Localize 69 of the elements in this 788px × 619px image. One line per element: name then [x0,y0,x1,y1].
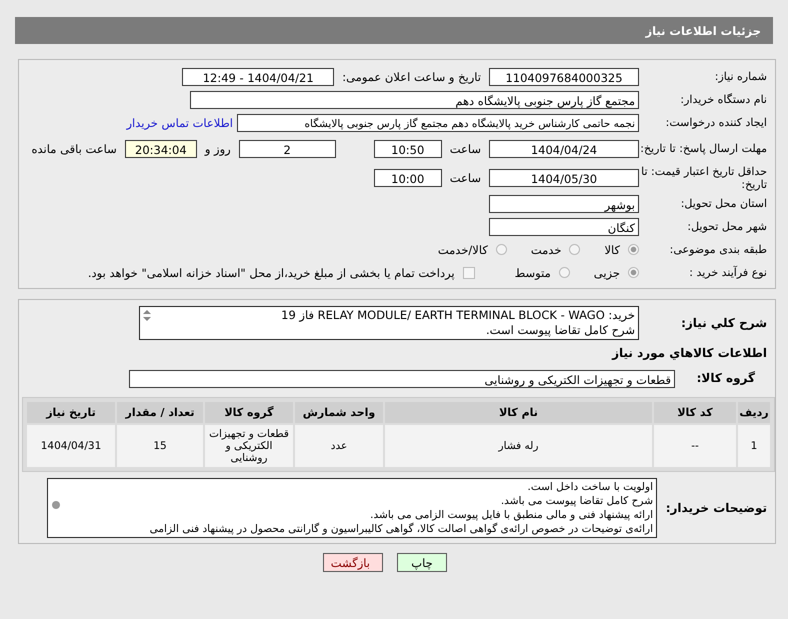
radio-button[interactable] [569,244,580,255]
field-label: ایجاد کننده درخواست: [664,116,768,129]
column-header: واحد شمارش [295,402,383,423]
text-line: ارائه پیشنهاد فنی و مالی منطبق با فایل پیوست الزامی می باشد. [369,508,653,522]
field-label: مهلت ارسال پاسخ: تا تاریخ: [639,142,768,155]
text-line: ارائه‌ی توضیحات در خصوص ارائه‌ی گواهی اصالت کالا، گواهی کالیبراسیون و گارانتی محصول در پیشنهاد فنی الزامی [148,522,653,536]
field-label: نوع فرآیند خرید : [688,266,768,279]
column-header: نام کالا [385,402,652,423]
notes-field[interactable] [47,478,657,538]
option-label: کالا/خدمت [438,242,488,256]
value-field: 10:00 [374,168,442,186]
field-label: توضیحات خریدار: [664,502,768,514]
field-label: تاریخ و ساعت اعلان عمومی: [342,70,481,84]
value-field: 10:50 [374,140,442,158]
field-label: شرح کلي نياز: [680,316,768,330]
table-cell: عدد [295,425,383,467]
column-header: کد کالا [654,402,736,423]
table-cell: قطعات و تجهیزات الکتریکی و روشنایی [205,425,293,467]
radio-button[interactable] [628,267,639,278]
table-cell: 15 [117,425,203,467]
value-field: 1404/04/21 - 12:49 [182,68,334,86]
radio-button[interactable] [628,244,639,255]
table-cell: -- [654,425,736,467]
option-label: کالا [604,242,620,256]
field-label: روز و [204,142,231,156]
section-title: اطلاعات کالاهاي مورد نياز [612,346,767,360]
text-line: شرح کامل تقاضا پیوست است. [485,323,635,338]
table-cell: 1 [738,425,770,467]
value-field: کنگان [489,218,639,236]
back-button[interactable]: بازگشت [323,553,383,572]
value-field: 2 [238,140,336,158]
field-label: ساعت [450,170,481,184]
field-label: ساعت باقی مانده [32,142,117,156]
text-line: اولویت با ساخت داخل است. [526,480,653,494]
table-cell: 1404/04/31 [27,425,115,467]
column-header: تاریخ نیاز [27,402,115,423]
field-label: حداقل تاریخ اعتبار قیمت: تا تاریخ: [640,164,768,190]
checkbox-label: پرداخت تمام یا بخشی از مبلغ خرید،از محل "اسناد خزانه اسلامی" خواهد بود. [88,266,455,280]
column-header: گروه کالا [205,402,293,423]
radio-button[interactable] [558,267,570,278]
checkbox[interactable] [462,266,475,278]
field-label: استان محل تحویل: [680,197,768,210]
option-label: متوسط [514,266,551,280]
field-label: ساعت [450,142,481,156]
value-field: 1404/05/30 [489,168,639,186]
header-title: جزئیات اطلاعات نیاز [645,24,761,38]
field-label: شماره نیاز: [714,70,768,83]
option-label: خدمت [530,242,562,256]
field-label: نام دستگاه خریدار: [679,93,768,106]
text-line: خرید: RELAY MODULE/ EARTH TERMINAL BLOCK - WAGO فاز 19 [280,308,635,323]
value-field: مجتمع گاز پارس جنوبی پالایشگاه دهم [190,90,639,108]
field-label: طبقه بندی موضوعی: [668,243,768,256]
column-header: تعداد / مقدار [117,402,203,423]
field-label: شهر محل تحویل: [686,220,768,233]
value-field: بوشهر [489,194,639,212]
print-button[interactable]: چاپ [397,553,447,572]
option-label: جزیی [594,266,620,280]
radio-button[interactable] [496,244,507,255]
value-field: نجمه حاتمی کارشناس خرید پالایشگاه دهم مجتمع گاز پارس جنوبی پالایشگاه [237,114,639,132]
value-field: قطعات و تجهیزات الکتریکی و روشنایی [129,370,675,388]
field-label: گروه کالا: [696,372,756,385]
value-field: 1404/04/24 [489,140,639,158]
contact-link[interactable]: اطلاعات تماس خریدار [126,116,233,130]
description-field[interactable]: خرید: RELAY MODULE/ EARTH TERMINAL BLOCK - WAGO فاز 19 شرح کامل تقاضا پیوست است. [139,306,639,340]
table-cell: رله فشار [385,425,652,467]
value-field: 20:34:04 [124,140,197,158]
value-field: 1104097684000325 [489,68,639,86]
column-header: ردیف [738,402,770,423]
text-line: شرح کامل تقاضا پیوست می باشد. [500,494,653,508]
